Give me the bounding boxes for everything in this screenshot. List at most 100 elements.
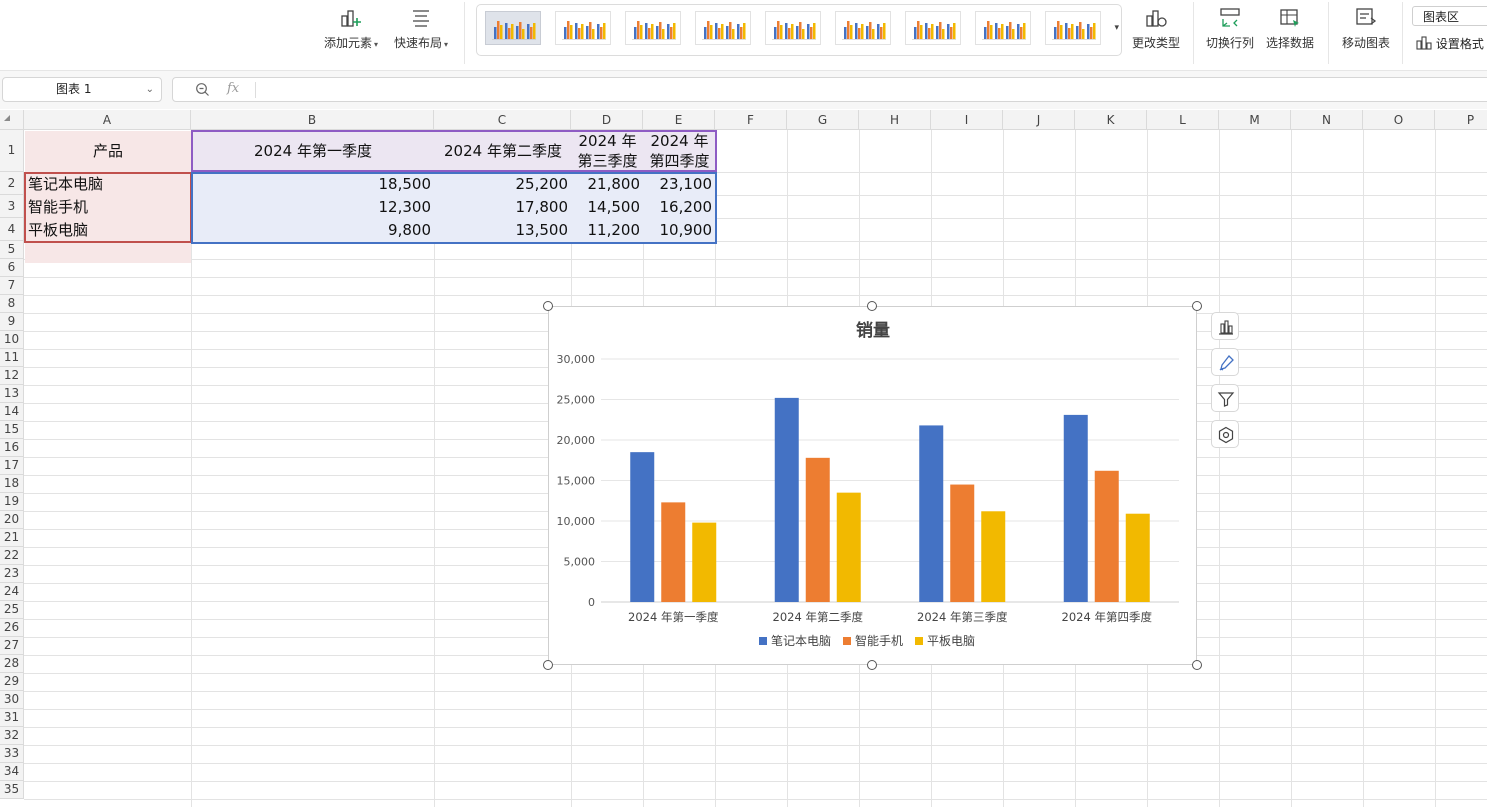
cell-value[interactable]: 10,900 (644, 219, 715, 242)
column-header[interactable]: F (715, 110, 787, 130)
zoom-icon[interactable] (195, 82, 210, 97)
switch-row-col-button[interactable]: 切换行列 (1204, 4, 1256, 60)
row-header[interactable]: 12 (0, 367, 24, 385)
column-header[interactable]: N (1291, 110, 1363, 130)
chart-bar[interactable] (774, 397, 799, 602)
chart-style-thumbnail[interactable] (625, 11, 681, 45)
cell-value[interactable]: 23,100 (644, 173, 715, 196)
column-header[interactable]: H (859, 110, 931, 130)
row-header[interactable]: 9 (0, 313, 24, 331)
row-header[interactable]: 33 (0, 745, 24, 763)
chart-bar[interactable] (1094, 470, 1119, 602)
row-header[interactable]: 8 (0, 295, 24, 313)
chart-bar[interactable] (919, 425, 944, 602)
select-all-corner[interactable] (0, 110, 24, 130)
column-header[interactable]: I (931, 110, 1003, 130)
cell-value[interactable]: 11,200 (572, 219, 643, 242)
chevron-down-icon[interactable]: ⌄ (146, 78, 154, 101)
row-header[interactable]: 28 (0, 655, 24, 673)
column-header[interactable]: K (1075, 110, 1147, 130)
row-header[interactable]: 30 (0, 691, 24, 709)
row-header[interactable]: 6 (0, 259, 24, 277)
cell-product[interactable]: 平板电脑 (25, 219, 191, 242)
column-header[interactable]: C (434, 110, 571, 130)
row-header[interactable]: 13 (0, 385, 24, 403)
cell-value[interactable]: 14,500 (572, 196, 643, 219)
row-header[interactable]: 7 (0, 277, 24, 295)
chart-bar[interactable] (630, 452, 655, 602)
chart-bar[interactable] (1063, 414, 1088, 602)
row-header[interactable]: 18 (0, 475, 24, 493)
cell-header-q3[interactable]: 2024 年 第三季度 (572, 131, 643, 172)
chart-element-select[interactable]: 图表区 (1412, 6, 1487, 26)
gallery-more-icon[interactable]: ▾ (1114, 23, 1119, 33)
legend-label[interactable]: 笔记本电脑 (771, 633, 831, 648)
cell-product[interactable]: 智能手机 (25, 196, 191, 219)
chart-style-thumbnail[interactable] (905, 11, 961, 45)
row-header[interactable]: 11 (0, 349, 24, 367)
chart-style-thumbnail[interactable] (1045, 11, 1101, 45)
row-header[interactable]: 19 (0, 493, 24, 511)
cell-product[interactable]: 笔记本电脑 (25, 173, 191, 196)
chart-style-thumbnail[interactable] (835, 11, 891, 45)
row-header[interactable]: 16 (0, 439, 24, 457)
select-data-button[interactable]: 选择数据 (1264, 4, 1316, 60)
cell-value[interactable]: 13,500 (435, 219, 571, 242)
cell-value[interactable]: 18,500 (192, 173, 434, 196)
column-header[interactable]: G (787, 110, 859, 130)
resize-handle-s[interactable] (867, 660, 877, 670)
row-header[interactable]: 34 (0, 763, 24, 781)
fx-icon[interactable]: fx (227, 81, 239, 96)
row-header[interactable]: 2 (0, 172, 24, 195)
chart-style-button[interactable] (1211, 348, 1239, 376)
legend-label[interactable]: 平板电脑 (927, 634, 975, 648)
row-header[interactable]: 20 (0, 511, 24, 529)
chart-style-thumbnail[interactable] (975, 11, 1031, 45)
column-chart[interactable]: 销量 0 5,000 10,000 15,000 20,000 25,000 30,000 2… (549, 307, 1196, 664)
cell-header-q1[interactable]: 2024 年第一季度 (192, 131, 434, 172)
chart-style-thumbnail[interactable] (765, 11, 821, 45)
chart-bar[interactable] (692, 522, 717, 602)
row-header[interactable]: 22 (0, 547, 24, 565)
resize-handle-ne[interactable] (1192, 301, 1202, 311)
move-chart-button[interactable]: 移动图表 (1340, 4, 1392, 60)
row-header[interactable]: 29 (0, 673, 24, 691)
cell-header-q2[interactable]: 2024 年第二季度 (435, 131, 571, 172)
row-header[interactable]: 4 (0, 218, 24, 241)
column-header[interactable]: D (571, 110, 643, 130)
chart-bar[interactable] (981, 511, 1006, 602)
chart-elements-button[interactable] (1211, 312, 1239, 340)
row-header[interactable]: 17 (0, 457, 24, 475)
row-header[interactable]: 25 (0, 601, 24, 619)
chart-style-thumbnail[interactable] (695, 11, 751, 45)
row-header[interactable]: 26 (0, 619, 24, 637)
cell-header-q4[interactable]: 2024 年 第四季度 (644, 131, 715, 172)
chart-object[interactable]: 销量 0 5,000 10,000 15,000 20,000 25,000 30,000 2… (548, 306, 1197, 665)
row-header[interactable]: 3 (0, 195, 24, 218)
chart-filter-button[interactable] (1211, 384, 1239, 412)
cell-value[interactable]: 17,800 (435, 196, 571, 219)
cell-value[interactable]: 12,300 (192, 196, 434, 219)
add-element-button[interactable]: 添加元素 ▾ (320, 4, 382, 60)
column-header[interactable]: J (1003, 110, 1075, 130)
column-header[interactable]: O (1363, 110, 1435, 130)
chart-bar[interactable] (1125, 513, 1150, 602)
column-header[interactable]: L (1147, 110, 1219, 130)
change-type-button[interactable]: 更改类型 (1130, 4, 1182, 60)
cell-header-product[interactable]: 产品 (25, 131, 191, 172)
row-header[interactable]: 27 (0, 637, 24, 655)
column-header[interactable]: E (643, 110, 715, 130)
row-header[interactable]: 1 (0, 130, 24, 172)
column-header[interactable]: B (191, 110, 434, 130)
column-header[interactable]: M (1219, 110, 1291, 130)
row-header[interactable]: 31 (0, 709, 24, 727)
row-header[interactable]: 35 (0, 781, 24, 799)
chart-bar[interactable] (661, 502, 686, 602)
chart-title[interactable]: 销量 (856, 320, 890, 341)
row-header[interactable]: 21 (0, 529, 24, 547)
chart-bar[interactable] (836, 492, 861, 602)
resize-handle-se[interactable] (1192, 660, 1202, 670)
resize-handle-n[interactable] (867, 301, 877, 311)
formula-input[interactable]: fx (172, 77, 1487, 102)
resize-handle-nw[interactable] (543, 301, 553, 311)
